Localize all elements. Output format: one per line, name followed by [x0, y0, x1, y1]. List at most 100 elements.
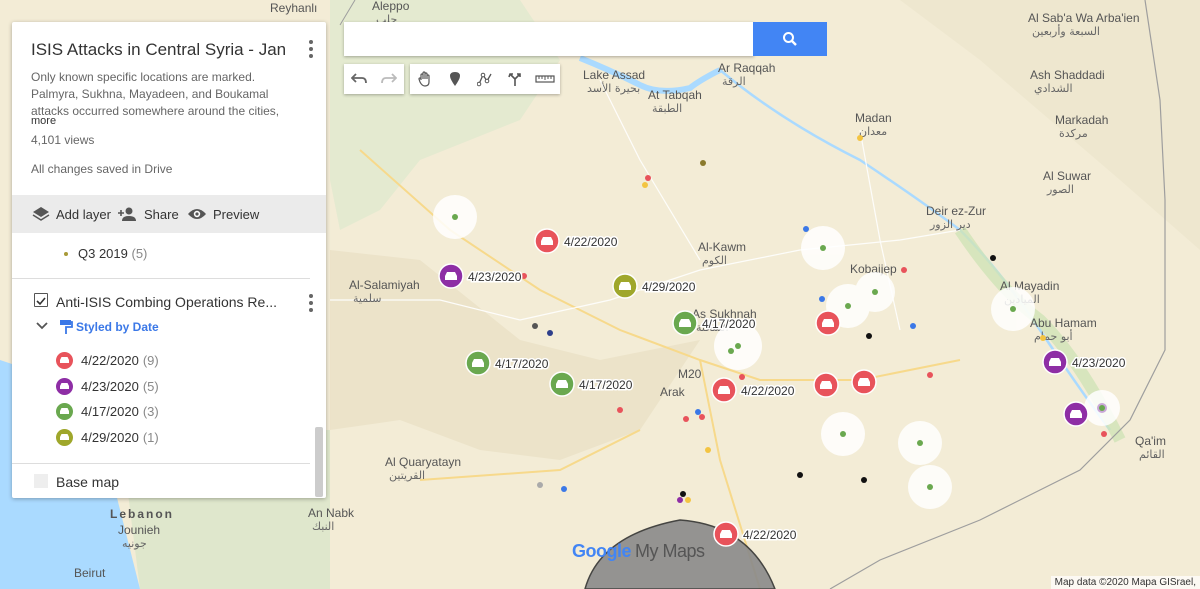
ruler-icon: [535, 75, 555, 83]
marker-date-label: 4/23/2020: [1072, 356, 1126, 370]
search-input[interactable]: [344, 22, 754, 56]
city-label-arabic: الشدادي: [1034, 82, 1073, 95]
city-label: M20: [678, 367, 702, 381]
layer-visibility-checkbox[interactable]: [34, 293, 48, 307]
attack-marker[interactable]: [711, 377, 737, 403]
preview-button[interactable]: Preview: [187, 195, 259, 233]
google-my-maps-logo: Google My Maps: [572, 541, 705, 561]
undo-redo-group: [344, 64, 404, 94]
city-label: Lebanon: [110, 507, 174, 521]
city-label-arabic: السبعة وأربعين: [1032, 24, 1100, 38]
city-label-arabic: سلمية: [353, 292, 381, 305]
city-label: Qa'im: [1135, 434, 1166, 448]
attack-marker[interactable]: [713, 521, 739, 547]
undo-button[interactable]: [344, 64, 374, 94]
car-icon: [822, 319, 834, 327]
car-icon: [556, 380, 568, 388]
checkmark-icon: [36, 297, 46, 306]
city-label-arabic: جونيه: [122, 537, 147, 550]
car-icon: [56, 377, 73, 395]
marker-date-label: 4/22/2020: [743, 528, 797, 542]
city-label-arabic: القائم: [1139, 448, 1165, 461]
map-title[interactable]: ISIS Attacks in Central Syria - Jan...: [31, 40, 286, 60]
legend-item[interactable]: 4/17/2020 (3): [56, 401, 159, 421]
city-label-arabic: معدان: [859, 125, 887, 138]
legend-item[interactable]: 4/23/2020 (5): [56, 376, 159, 396]
attack-marker[interactable]: [672, 310, 698, 336]
legend-item-q3[interactable]: Q3 2019 (5): [62, 246, 147, 261]
layer-title[interactable]: Anti-ISIS Combing Operations Re...: [56, 294, 286, 310]
city-label: Abu Hamam: [1030, 316, 1097, 330]
city-label: At Tabqah: [648, 88, 702, 102]
redo-button[interactable]: [374, 64, 404, 94]
attack-marker[interactable]: [1063, 401, 1089, 427]
directions-icon: [508, 73, 521, 86]
measure-tool[interactable]: [530, 64, 560, 94]
draw-line-tool[interactable]: [470, 64, 500, 94]
view-count: 4,101 views: [31, 133, 95, 147]
city-label: Al Quaryatayn: [385, 455, 461, 469]
attack-marker[interactable]: [534, 228, 560, 254]
marker-date-label: 4/22/2020: [564, 235, 618, 249]
city-label-arabic: الكوم: [702, 254, 727, 267]
add-layer-button[interactable]: Add layer: [32, 195, 111, 233]
add-layer-label: Add layer: [56, 206, 111, 222]
directions-tool[interactable]: [500, 64, 530, 94]
map-options-menu[interactable]: [308, 40, 314, 60]
legend-item[interactable]: 4/29/2020 (1): [56, 427, 159, 447]
car-icon: [56, 402, 73, 420]
attack-marker[interactable]: [438, 263, 464, 289]
chevron-down-icon[interactable]: [36, 322, 48, 330]
car-icon: [1070, 410, 1082, 418]
car-icon: [820, 381, 832, 389]
legend-item[interactable]: 4/22/2020 (9): [56, 350, 159, 370]
city-label: Ash Shaddadi: [1030, 68, 1105, 82]
marker-date-label: 4/17/2020: [579, 378, 633, 392]
city-label: Aleppo: [372, 0, 410, 13]
divider: [12, 463, 310, 464]
city-label: Reyhanlı: [270, 1, 317, 15]
base-map-toggle-icon[interactable]: [34, 474, 48, 488]
city-label-arabic: الصور: [1046, 183, 1074, 196]
car-icon: [445, 272, 457, 280]
share-button[interactable]: Share: [118, 195, 179, 233]
city-label: Madan: [855, 111, 892, 125]
city-label: Lake Assad: [583, 68, 645, 82]
city-label-arabic: القريتين: [389, 469, 425, 482]
hand-icon: [418, 71, 430, 87]
add-marker-tool[interactable]: [440, 64, 470, 94]
city-label: Arak: [660, 385, 686, 399]
marker-date-label: 4/23/2020: [468, 270, 522, 284]
styled-by-date-link[interactable]: Styled by Date: [76, 320, 159, 334]
base-map-label[interactable]: Base map: [56, 474, 119, 490]
car-icon: [56, 428, 73, 446]
car-icon: [858, 378, 870, 386]
more-link[interactable]: more: [31, 115, 56, 127]
share-label: Share: [144, 206, 179, 222]
car-icon: [56, 351, 73, 369]
car-icon: [619, 282, 631, 290]
attack-marker[interactable]: [465, 350, 491, 376]
city-label: Jounieh: [118, 523, 160, 537]
city-label: Al Sab'a Wa Arba'ien: [1028, 11, 1140, 25]
attack-marker[interactable]: [612, 273, 638, 299]
city-label: Al-Salamiyah: [349, 278, 420, 292]
layer-options-menu[interactable]: [308, 294, 314, 314]
panel-scrollbar[interactable]: [315, 427, 323, 497]
attack-marker[interactable]: [549, 371, 575, 397]
attack-marker[interactable]: [851, 369, 877, 395]
city-label: Al-Kawm: [698, 240, 746, 254]
attack-marker[interactable]: [1042, 349, 1068, 375]
undo-icon: [351, 73, 367, 84]
select-pan-tool[interactable]: [410, 64, 440, 94]
search-icon: [783, 32, 797, 46]
city-label: Ar Raqqah: [718, 61, 775, 75]
marker-date-label: 4/22/2020: [741, 384, 795, 398]
add-person-icon: [118, 207, 136, 221]
search-button[interactable]: [753, 22, 827, 56]
map-attribution[interactable]: Map data ©2020 Mapa GISrael,: [1050, 576, 1200, 589]
city-label: Markadah: [1055, 113, 1108, 127]
divider: [12, 278, 310, 279]
attack-marker[interactable]: [813, 372, 839, 398]
attack-marker[interactable]: [815, 310, 841, 336]
